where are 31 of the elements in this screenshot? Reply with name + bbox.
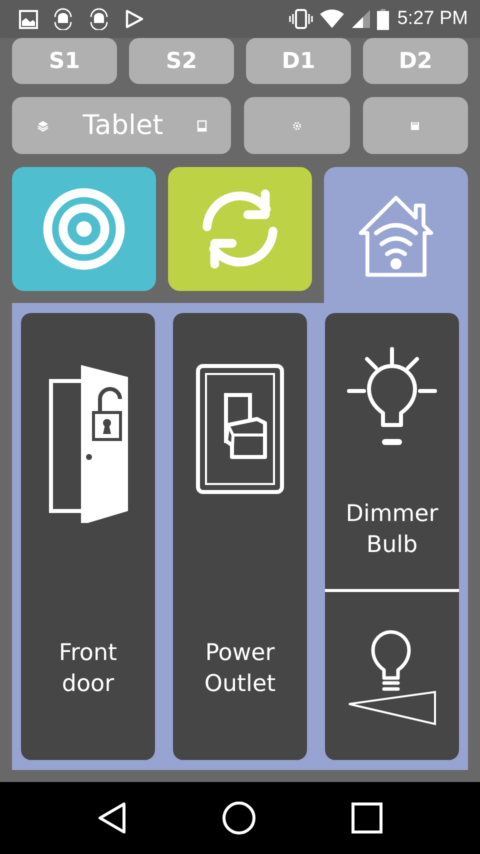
signal-icon [351,9,372,29]
status-time: 5:27 PM [397,8,468,30]
settings-icon [292,120,302,130]
recents-icon[interactable] [350,802,383,834]
profile-button[interactable]: Tablet [12,97,231,154]
tablet-icon [196,120,207,132]
play-store-icon [124,9,144,29]
sd-card-button[interactable] [362,97,468,154]
lightbulb-icon [347,347,437,447]
scene-button[interactable]: D2 [363,38,468,84]
light-switch-icon [195,363,285,495]
home-icon[interactable] [222,801,256,835]
scene-button[interactable]: S2 [129,38,234,84]
layers-icon [37,120,49,132]
android-sync-icon [88,8,110,30]
image-icon [19,10,38,28]
device-button[interactable]: Dimmer Bulb [337,313,447,589]
device-button[interactable]: Front door [21,313,155,760]
door-lock-icon [48,363,128,523]
sd-card-icon [410,120,420,130]
android-sync-icon [52,8,74,30]
tab[interactable] [324,167,468,303]
scene-button[interactable]: S1 [12,38,117,84]
back-icon[interactable] [97,802,128,834]
battery-icon [377,8,390,30]
scene-button[interactable]: D1 [246,38,351,84]
wifi-icon [319,9,346,29]
vibrate-icon [289,9,314,29]
device-button[interactable]: Power Outlet [173,313,307,760]
tab[interactable] [12,167,156,291]
tab[interactable] [168,167,312,291]
